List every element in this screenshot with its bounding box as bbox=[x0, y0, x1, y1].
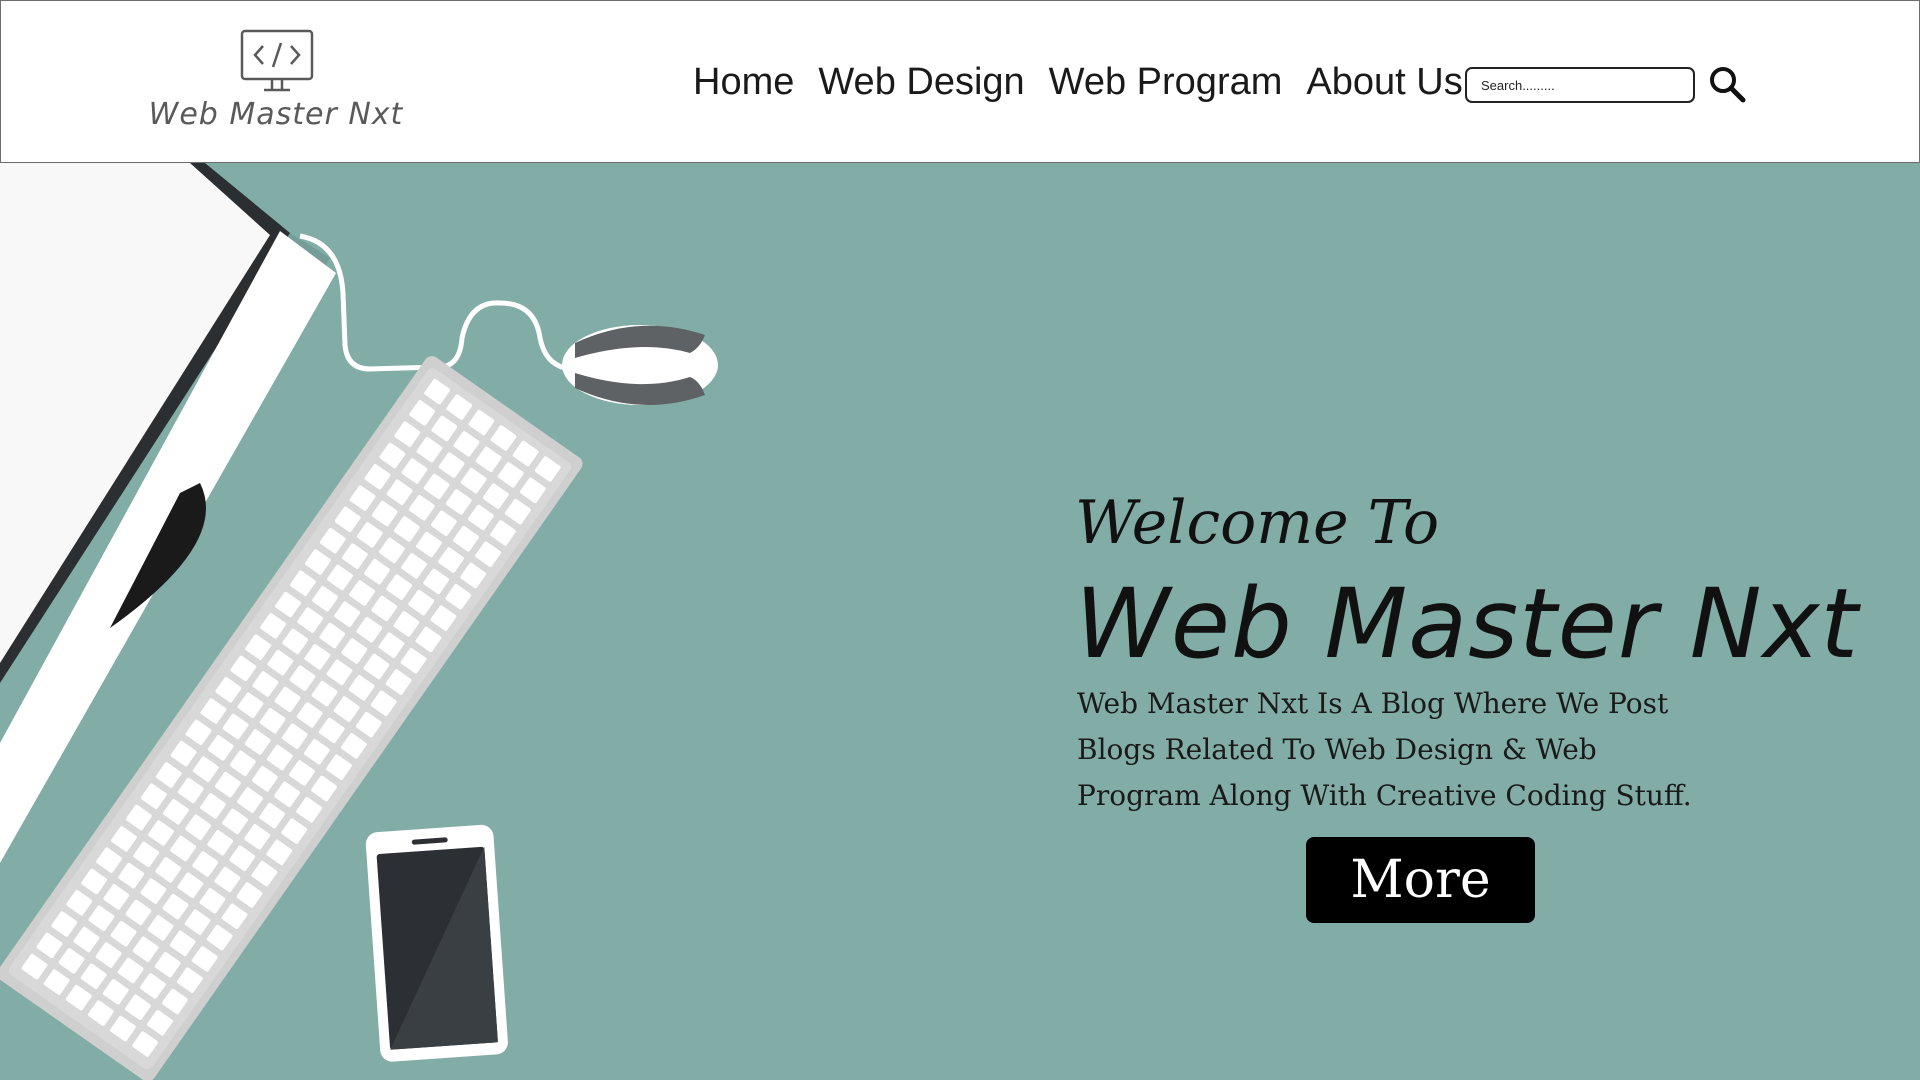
main-nav: Home Web Design Web Program About Us bbox=[693, 61, 1487, 104]
hero-description: Web Master Nxt Is A Blog Where We Post B… bbox=[1077, 687, 1692, 812]
nav-about-us[interactable]: About Us bbox=[1306, 61, 1462, 104]
search-icon[interactable] bbox=[1707, 64, 1747, 104]
hero-section: Welcome To Web Master Nxt Web Master Nxt… bbox=[0, 163, 1920, 1080]
phone-illustration bbox=[365, 824, 508, 1062]
search-input[interactable] bbox=[1465, 67, 1695, 103]
site-logo[interactable]: Web Master Nxt bbox=[141, 29, 411, 139]
nav-web-design[interactable]: Web Design bbox=[818, 61, 1024, 104]
desk-illustration bbox=[0, 163, 718, 1080]
logo-text: Web Master Nxt bbox=[148, 97, 404, 132]
site-header: Web Master Nxt Home Web Design Web Progr… bbox=[0, 0, 1920, 163]
mouse-illustration bbox=[562, 325, 718, 405]
code-monitor-icon bbox=[240, 29, 314, 92]
hero-title: Web Master Nxt bbox=[1075, 568, 1860, 680]
welcome-text: Welcome To bbox=[1075, 488, 1440, 558]
nav-home[interactable]: Home bbox=[693, 61, 794, 104]
nav-web-program[interactable]: Web Program bbox=[1049, 61, 1283, 104]
more-button[interactable]: More bbox=[1306, 837, 1535, 923]
